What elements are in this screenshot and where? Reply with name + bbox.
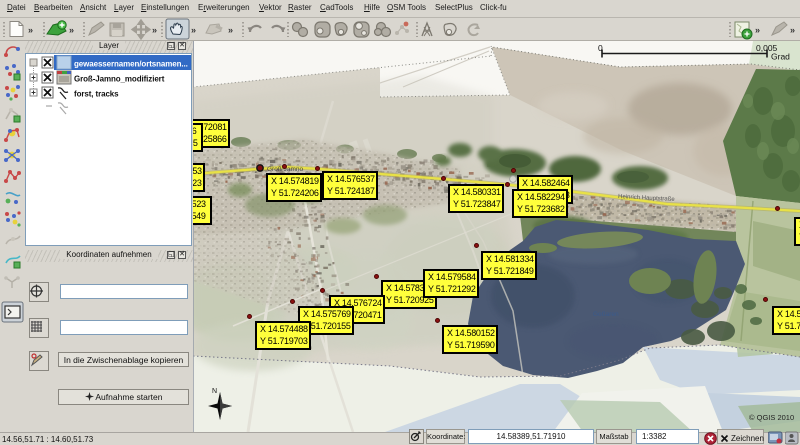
- svg-text:Goßaren: Goßaren: [593, 311, 619, 318]
- svg-text:»: »: [69, 25, 74, 35]
- svg-text:»: »: [152, 25, 157, 35]
- svg-text:0: 0: [598, 43, 603, 53]
- svg-text:Groß-Jamno_modifiziert: Groß-Jamno_modifiziert: [74, 75, 165, 84]
- svg-text:»: »: [228, 25, 233, 35]
- svg-text:N: N: [212, 388, 217, 395]
- svg-text:»: »: [28, 25, 33, 35]
- svg-text:»: »: [755, 25, 760, 35]
- svg-text:Grad: Grad: [771, 52, 790, 62]
- svg-text:forst, tracks: forst, tracks: [74, 90, 119, 99]
- svg-text:gewaessernamen/ortsnamen...: gewaessernamen/ortsnamen...: [74, 60, 188, 69]
- svg-text:»: »: [191, 25, 196, 35]
- svg-text:© QGIS 2010: © QGIS 2010: [749, 413, 794, 422]
- svg-text:»: »: [790, 25, 795, 35]
